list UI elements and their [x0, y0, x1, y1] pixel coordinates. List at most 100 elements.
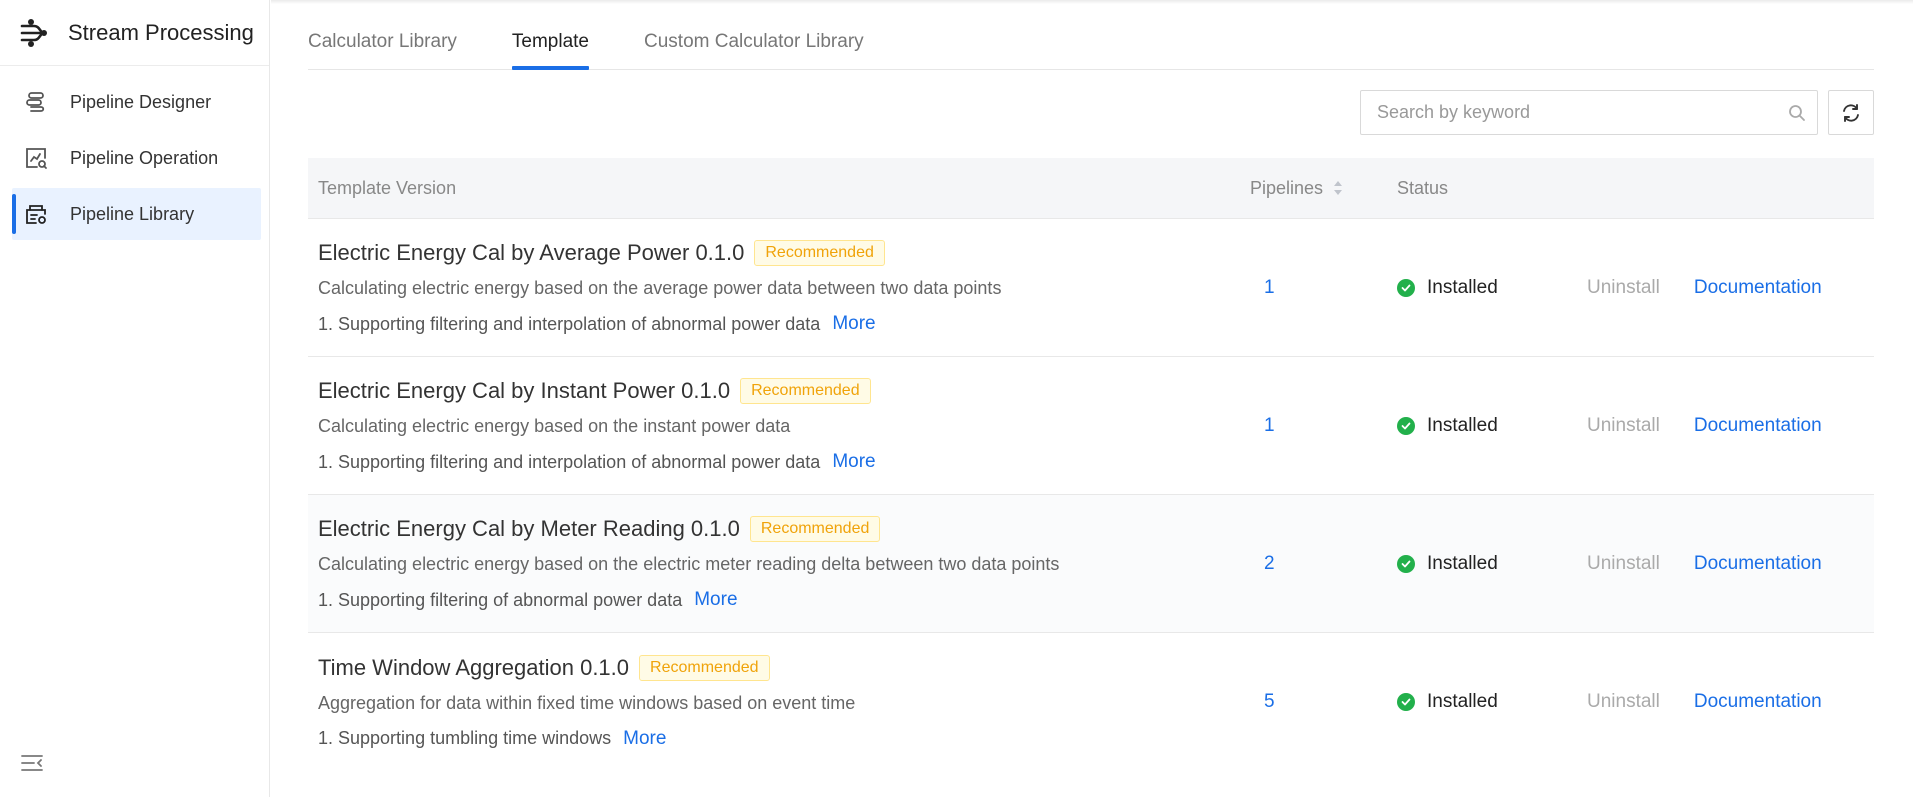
title-line: Electric Energy Cal by Average Power 0.1…	[318, 240, 1250, 266]
feature-text: 1. Supporting filtering and interpolatio…	[318, 451, 821, 472]
status-cell: Installed	[1397, 691, 1587, 713]
recommended-badge: Recommended	[754, 240, 885, 266]
recommended-badge: Recommended	[749, 516, 881, 542]
pipeline-operation-icon	[24, 146, 48, 170]
stream-processing-logo-icon	[20, 18, 48, 48]
version-cell: Electric Energy Cal by Instant Power 0.1…	[308, 378, 1250, 473]
pipelines-count-link[interactable]: 5	[1250, 691, 1275, 713]
uninstall-button[interactable]: Uninstall	[1587, 691, 1660, 713]
status-text: Installed	[1427, 414, 1498, 436]
check-circle-icon	[1397, 693, 1415, 711]
check-circle-icon	[1397, 554, 1415, 573]
template-feature: 1. Supporting filtering and interpolatio…	[318, 451, 1250, 473]
feature-text: 1. Supporting tumbling time windows	[318, 728, 612, 748]
table-row: Electric Energy Cal by Meter Reading 0.1…	[308, 495, 1874, 633]
status-cell: Installed	[1397, 277, 1587, 299]
table-row: Electric Energy Cal by Average Power 0.1…	[308, 219, 1874, 357]
tab-custom-calculator-library[interactable]: Custom Calculator Library	[644, 31, 864, 69]
search-input[interactable]	[1361, 91, 1777, 134]
feature-text: 1. Supporting filtering and interpolatio…	[318, 313, 821, 334]
refresh-button[interactable]	[1828, 90, 1874, 135]
template-description: Calculating electric energy based on the…	[318, 416, 791, 436]
more-link[interactable]: More	[832, 313, 875, 335]
template-title: Electric Energy Cal by Average Power 0.1…	[318, 240, 745, 265]
sidebar: Stream Processing Pipeline Designer Pipe…	[0, 0, 270, 797]
documentation-link[interactable]: Documentation	[1694, 691, 1822, 713]
header-template-version: Template Version	[318, 177, 457, 198]
sidebar-item-label: Pipeline Designer	[70, 91, 212, 112]
title-line: Time Window Aggregation 0.1.0 Recommende…	[318, 654, 1250, 681]
version-cell: Electric Energy Cal by Meter Reading 0.1…	[308, 516, 1250, 611]
sidebar-item-pipeline-library[interactable]: Pipeline Library	[12, 188, 261, 240]
refresh-icon	[1840, 102, 1862, 124]
template-table: Template Version Pipelines Status Electr…	[308, 158, 1874, 771]
title-line: Electric Energy Cal by Meter Reading 0.1…	[318, 516, 1250, 542]
template-title: Electric Energy Cal by Instant Power 0.1…	[318, 378, 731, 403]
version-cell: Electric Energy Cal by Average Power 0.1…	[308, 240, 1250, 335]
pipelines-count-link[interactable]: 1	[1250, 415, 1275, 437]
table-row: Electric Energy Cal by Instant Power 0.1…	[308, 357, 1874, 495]
uninstall-button[interactable]: Uninstall	[1587, 553, 1660, 575]
tab-calculator-library[interactable]: Calculator Library	[308, 31, 457, 69]
pipeline-library-icon	[24, 202, 48, 226]
more-link[interactable]: More	[694, 589, 737, 611]
pipeline-designer-icon	[24, 90, 48, 114]
main-content: Calculator Library Template Custom Calcu…	[308, 0, 1874, 797]
table-header: Template Version Pipelines Status	[308, 158, 1874, 219]
documentation-link[interactable]: Documentation	[1694, 415, 1822, 437]
pipelines-count-link[interactable]: 1	[1250, 277, 1275, 299]
pipelines-count-link[interactable]: 2	[1250, 553, 1275, 575]
collapse-sidebar-icon[interactable]	[20, 753, 46, 775]
tab-bar: Calculator Library Template Custom Calcu…	[308, 0, 1874, 70]
table-row: Time Window Aggregation 0.1.0 Recommende…	[308, 633, 1874, 771]
recommended-badge: Recommended	[740, 378, 871, 404]
app-title: Stream Processing	[68, 19, 254, 45]
actions-cell: Uninstall Documentation	[1587, 277, 1874, 299]
pipelines-cell: 2	[1250, 553, 1397, 575]
template-feature: 1. Supporting filtering of abnormal powe…	[318, 589, 1250, 611]
more-link[interactable]: More	[623, 728, 666, 750]
search-box	[1360, 90, 1818, 135]
template-description: Aggregation for data within fixed time w…	[318, 692, 856, 713]
actions-cell: Uninstall Documentation	[1587, 553, 1874, 575]
check-circle-icon	[1397, 416, 1415, 435]
header-pipelines[interactable]: Pipelines	[1250, 178, 1397, 199]
pipelines-cell: 1	[1250, 415, 1397, 437]
version-cell: Time Window Aggregation 0.1.0 Recommende…	[308, 654, 1250, 750]
sort-icon[interactable]	[1333, 180, 1343, 196]
status-text: Installed	[1427, 552, 1498, 574]
template-title: Time Window Aggregation 0.1.0	[318, 654, 630, 680]
sidebar-item-pipeline-designer[interactable]: Pipeline Designer	[12, 76, 261, 128]
documentation-link[interactable]: Documentation	[1694, 553, 1822, 575]
template-title: Electric Energy Cal by Meter Reading 0.1…	[318, 516, 740, 541]
status-cell: Installed	[1397, 553, 1587, 575]
sidebar-nav: Pipeline Designer Pipeline Operation Pip…	[0, 66, 269, 240]
sidebar-item-pipeline-operation[interactable]: Pipeline Operation	[12, 132, 261, 184]
search-icon[interactable]	[1777, 104, 1817, 122]
tab-template[interactable]: Template	[511, 31, 590, 70]
documentation-link[interactable]: Documentation	[1694, 277, 1822, 299]
uninstall-button[interactable]: Uninstall	[1587, 415, 1660, 437]
pipelines-cell: 1	[1250, 277, 1397, 299]
header-pipelines-label: Pipelines	[1250, 177, 1324, 198]
title-line: Electric Energy Cal by Instant Power 0.1…	[318, 378, 1250, 404]
status-cell: Installed	[1397, 415, 1587, 437]
status-text: Installed	[1427, 276, 1498, 298]
pipelines-cell: 5	[1250, 691, 1397, 713]
more-link[interactable]: More	[832, 451, 875, 473]
header-status: Status	[1397, 177, 1449, 198]
sidebar-header: Stream Processing	[0, 0, 269, 66]
recommended-badge: Recommended	[639, 654, 770, 681]
template-description: Calculating electric energy based on the…	[318, 278, 1002, 298]
template-feature: 1. Supporting tumbling time windows More	[318, 728, 1250, 750]
actions-cell: Uninstall Documentation	[1587, 415, 1874, 437]
status-text: Installed	[1427, 691, 1498, 712]
template-feature: 1. Supporting filtering and interpolatio…	[318, 313, 1250, 335]
feature-text: 1. Supporting filtering of abnormal powe…	[318, 589, 683, 610]
check-circle-icon	[1397, 278, 1415, 297]
sidebar-item-label: Pipeline Operation	[70, 147, 219, 168]
toolbar	[308, 70, 1874, 158]
uninstall-button[interactable]: Uninstall	[1587, 277, 1660, 299]
actions-cell: Uninstall Documentation	[1587, 691, 1874, 713]
template-description: Calculating electric energy based on the…	[318, 554, 1060, 574]
